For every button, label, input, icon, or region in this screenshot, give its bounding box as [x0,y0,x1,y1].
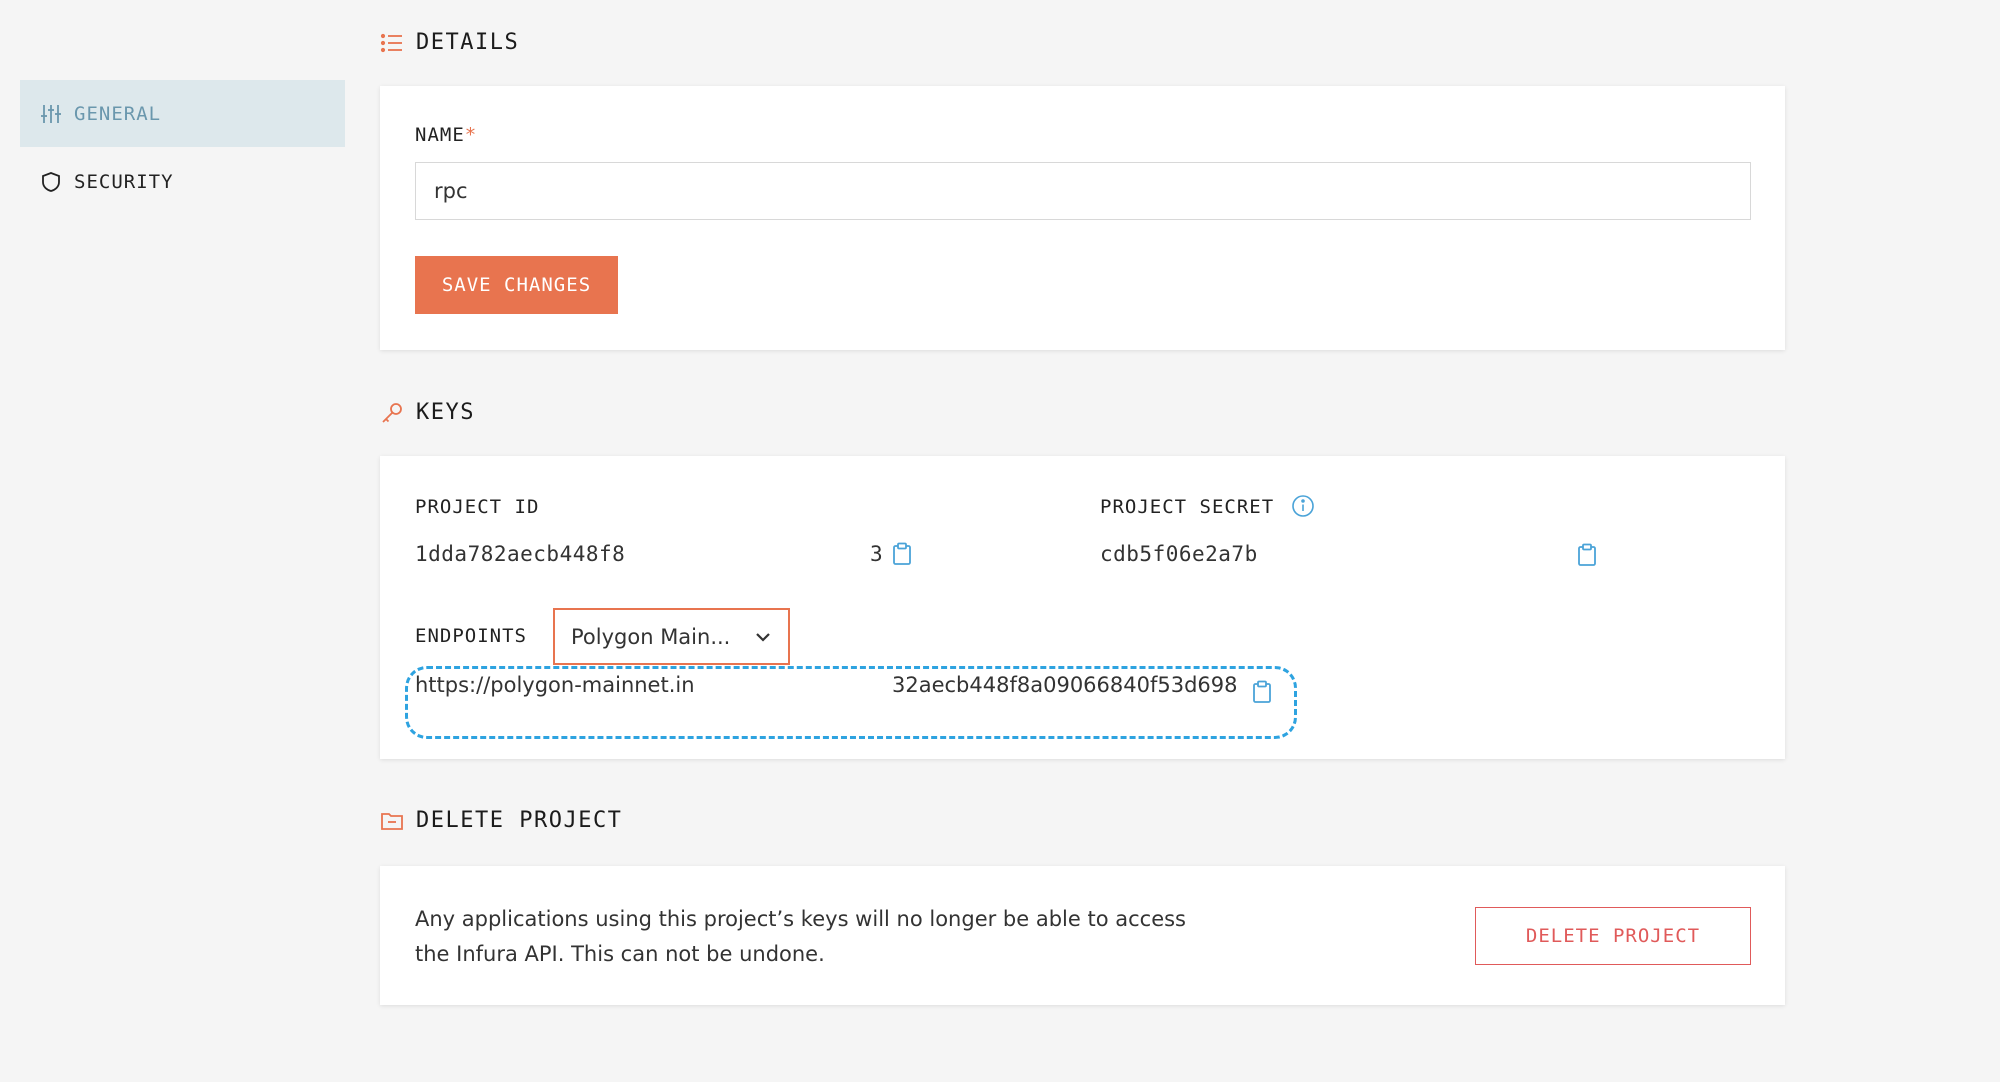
keys-card: PROJECT ID 1dda782aecb448f8 3 PROJECT SE… [380,456,1785,759]
list-icon [380,31,404,55]
name-label-text: NAME [415,124,465,146]
delete-project-card: Any applications using this project’s ke… [380,866,1785,1005]
info-icon[interactable] [1291,494,1315,518]
keys-heading: KEYS [380,400,475,425]
sidebar-item-security[interactable]: SECURITY [20,148,345,215]
endpoint-url-end: 32aecb448f8a09066840f53d698 [892,673,1238,697]
delete-project-heading: DELETE PROJECT [380,808,622,833]
project-id-value: 1dda782aecb448f8 [415,542,625,566]
project-id-label: PROJECT ID [415,496,540,518]
project-id-start: 1dda782aecb448f8 [415,542,626,566]
details-card: NAME* SAVE CHANGES [380,86,1785,350]
delete-project-button[interactable]: DELETE PROJECT [1475,907,1751,965]
name-input[interactable] [415,162,1751,220]
delete-warning-line-2: the Infura API. This can not be undone. [415,942,825,966]
endpoints-label: ENDPOINTS [415,625,527,647]
copy-project-id-icon[interactable] [892,542,912,566]
delete-project-heading-label: DELETE PROJECT [416,808,623,833]
copy-project-secret-icon[interactable] [1577,543,1597,567]
save-changes-button[interactable]: SAVE CHANGES [415,256,618,314]
endpoint-network-value: Polygon Main... [571,624,731,649]
delete-warning-text: Any applications using this project’s ke… [415,902,1235,972]
project-secret-value: cdb5f06e2a7b [1100,542,1258,566]
sidebar: GENERAL SECURITY [0,0,360,1082]
details-heading-label: DETAILS [416,30,520,55]
endpoint-url-start: https://polygon-mainnet.in [415,673,695,697]
key-icon [380,401,404,425]
shield-icon [40,171,62,193]
sidebar-item-general[interactable]: GENERAL [20,80,345,147]
copy-endpoint-icon[interactable] [1252,680,1272,704]
details-heading: DETAILS [380,30,519,55]
folder-icon [380,809,404,833]
delete-warning-line-1: Any applications using this project’s ke… [415,907,1186,931]
project-secret-label: PROJECT SECRET [1100,496,1274,518]
project-id-value-end: 3 [870,542,884,566]
sidebar-item-label: SECURITY [74,170,174,193]
sidebar-item-label: GENERAL [74,102,162,125]
chevron-down-icon [754,628,772,646]
sliders-icon [40,103,62,125]
endpoint-network-select[interactable]: Polygon Main... [553,608,790,665]
keys-heading-label: KEYS [416,400,475,425]
name-label: NAME* [415,124,477,146]
project-secret-label-text: PROJECT SECRET [1100,496,1275,518]
required-mark: * [464,124,478,146]
